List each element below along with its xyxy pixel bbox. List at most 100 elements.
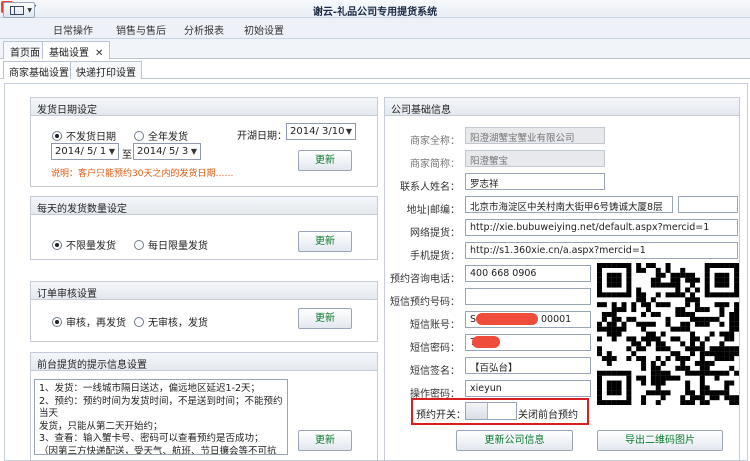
update-company-info-button[interactable]: 更新公司信息: [456, 430, 573, 451]
ship-date-update-button[interactable]: 更新: [298, 150, 352, 171]
qr-module: [685, 326, 691, 332]
qr-module: [611, 356, 617, 362]
qr-module: [621, 370, 627, 376]
qr-module: [709, 360, 715, 366]
menu-reports[interactable]: 分析报表: [184, 22, 224, 37]
qr-module: [680, 307, 686, 313]
radio-review-then-ship[interactable]: 审核，再发货: [52, 314, 126, 329]
qr-module: [660, 341, 666, 347]
tips-update-button[interactable]: 更新: [298, 430, 352, 451]
toggle-knob[interactable]: [466, 403, 488, 419]
qr-module: [611, 331, 617, 337]
group-title: 前台提货的提示信息设置: [31, 353, 377, 371]
qr-module: [606, 400, 612, 405]
operation-password-field[interactable]: xieyun: [465, 380, 591, 397]
qr-module: [611, 316, 617, 322]
to-date-picker[interactable]: 2014/ 5/ 3 ▼: [133, 143, 201, 160]
tab-basic-settings[interactable]: 基础设置 ✕: [42, 41, 111, 59]
menu-daily-ops[interactable]: 日常操作: [53, 22, 93, 37]
open-date-picker[interactable]: 2014/ 3/10 ▼: [286, 123, 356, 140]
qr-module: [621, 326, 627, 332]
field-label-sms-password: 短信密码：: [410, 343, 460, 354]
qr-module: [621, 321, 627, 327]
close-icon[interactable]: ✕: [95, 48, 103, 59]
radio-no-ship-date[interactable]: 不发货日期: [52, 128, 116, 143]
tips-textarea[interactable]: 1、发货：一线城市隔日送达，偏远地区延迟1-2天； 2、预约：预约时间为发货时间…: [34, 379, 288, 455]
qr-module: [660, 375, 666, 381]
sms-signature-field[interactable]: 【百弘台】: [465, 357, 591, 374]
mobile-pickup-url-field[interactable]: http://s1.360xie.cn/a.aspx?mercid=1: [465, 242, 738, 259]
qr-module: [685, 272, 691, 278]
qr-code-image: [597, 263, 739, 405]
qr-module: [690, 297, 696, 303]
qr-module: [616, 263, 622, 268]
qr-module: [606, 351, 612, 357]
radio-label: 不发货日期: [66, 132, 116, 143]
qr-module: [699, 390, 705, 396]
qr-module: [675, 292, 681, 298]
qr-module: [685, 287, 691, 293]
qr-module: [597, 370, 602, 376]
postcode-field[interactable]: [678, 196, 738, 213]
radio-no-review[interactable]: 无审核，发货: [134, 314, 208, 329]
address-field[interactable]: 北京市海淀区中关村南大街甲6号铸诚大厦8层: [465, 196, 673, 213]
qr-module: [690, 311, 696, 317]
qr-module: [694, 297, 700, 303]
qr-module: [699, 351, 705, 357]
qr-module: [626, 356, 632, 362]
menu-sales-service[interactable]: 销售与售后: [116, 22, 166, 37]
radio-selected-icon: [52, 131, 62, 141]
qr-module: [734, 351, 739, 357]
qr-module: [606, 321, 612, 327]
qr-module: [724, 336, 730, 342]
qr-module: [704, 282, 710, 288]
qr-module: [660, 390, 666, 396]
chevron-down-icon: ▼: [108, 147, 115, 156]
radio-daily-limit[interactable]: 每日限量发货: [134, 237, 208, 252]
radio-unlimited[interactable]: 不限量发货: [52, 237, 116, 252]
qr-module: [655, 400, 661, 405]
web-pickup-url-field[interactable]: http://xie.bubuweiying.net/default.aspx?…: [465, 219, 738, 236]
qr-module: [611, 302, 617, 308]
document-tab-strip: [0, 39, 750, 59]
qr-module: [719, 351, 725, 357]
qr-module: [655, 346, 661, 352]
qr-module: [655, 282, 661, 288]
qr-module: [655, 390, 661, 396]
export-qr-button[interactable]: 导出二维码图片: [597, 430, 723, 451]
qr-module: [714, 302, 720, 308]
tab-express-print-settings[interactable]: 快递打印设置: [70, 61, 142, 79]
radio-all-year[interactable]: 全年发货: [134, 128, 188, 143]
tab-home[interactable]: 首页面: [3, 41, 47, 59]
qr-module: [655, 292, 661, 298]
qr-module: [699, 307, 705, 313]
app-menu-button[interactable]: ▼: [3, 2, 35, 18]
field-label-mobile-pickup: 手机提货：: [410, 251, 460, 262]
sms-number-field[interactable]: [465, 288, 591, 305]
qr-module: [704, 277, 710, 283]
qr-module: [694, 395, 700, 401]
qr-module: [709, 370, 715, 376]
qr-module: [680, 356, 686, 362]
qr-module: [626, 316, 632, 322]
field-label-short-name: 商家简称：: [410, 159, 460, 170]
qr-module: [650, 297, 656, 303]
qr-module: [685, 321, 691, 327]
qr-module: [704, 287, 710, 293]
menu-init-settings[interactable]: 初始设置: [244, 22, 284, 37]
qr-module: [606, 390, 612, 396]
daily-quantity-update-button[interactable]: 更新: [298, 231, 352, 252]
qr-module: [734, 400, 739, 405]
qr-module: [611, 282, 617, 288]
tips-line: 1、发货：一线城市隔日送达，偏远地区延迟1-2天；: [39, 383, 261, 394]
hotline-field[interactable]: 400 668 0906: [465, 265, 591, 282]
order-review-update-button[interactable]: 更新: [298, 308, 352, 329]
from-date-picker[interactable]: 2014/ 5/ 1 ▼: [51, 143, 119, 160]
qr-module: [734, 321, 739, 327]
contact-name-field[interactable]: 罗志祥: [465, 173, 605, 190]
qr-module: [645, 390, 651, 396]
qr-module: [685, 380, 691, 386]
booking-toggle-switch[interactable]: [465, 402, 517, 420]
qr-module: [611, 380, 617, 386]
tab-merchant-settings[interactable]: 商家基础设置: [3, 61, 75, 79]
